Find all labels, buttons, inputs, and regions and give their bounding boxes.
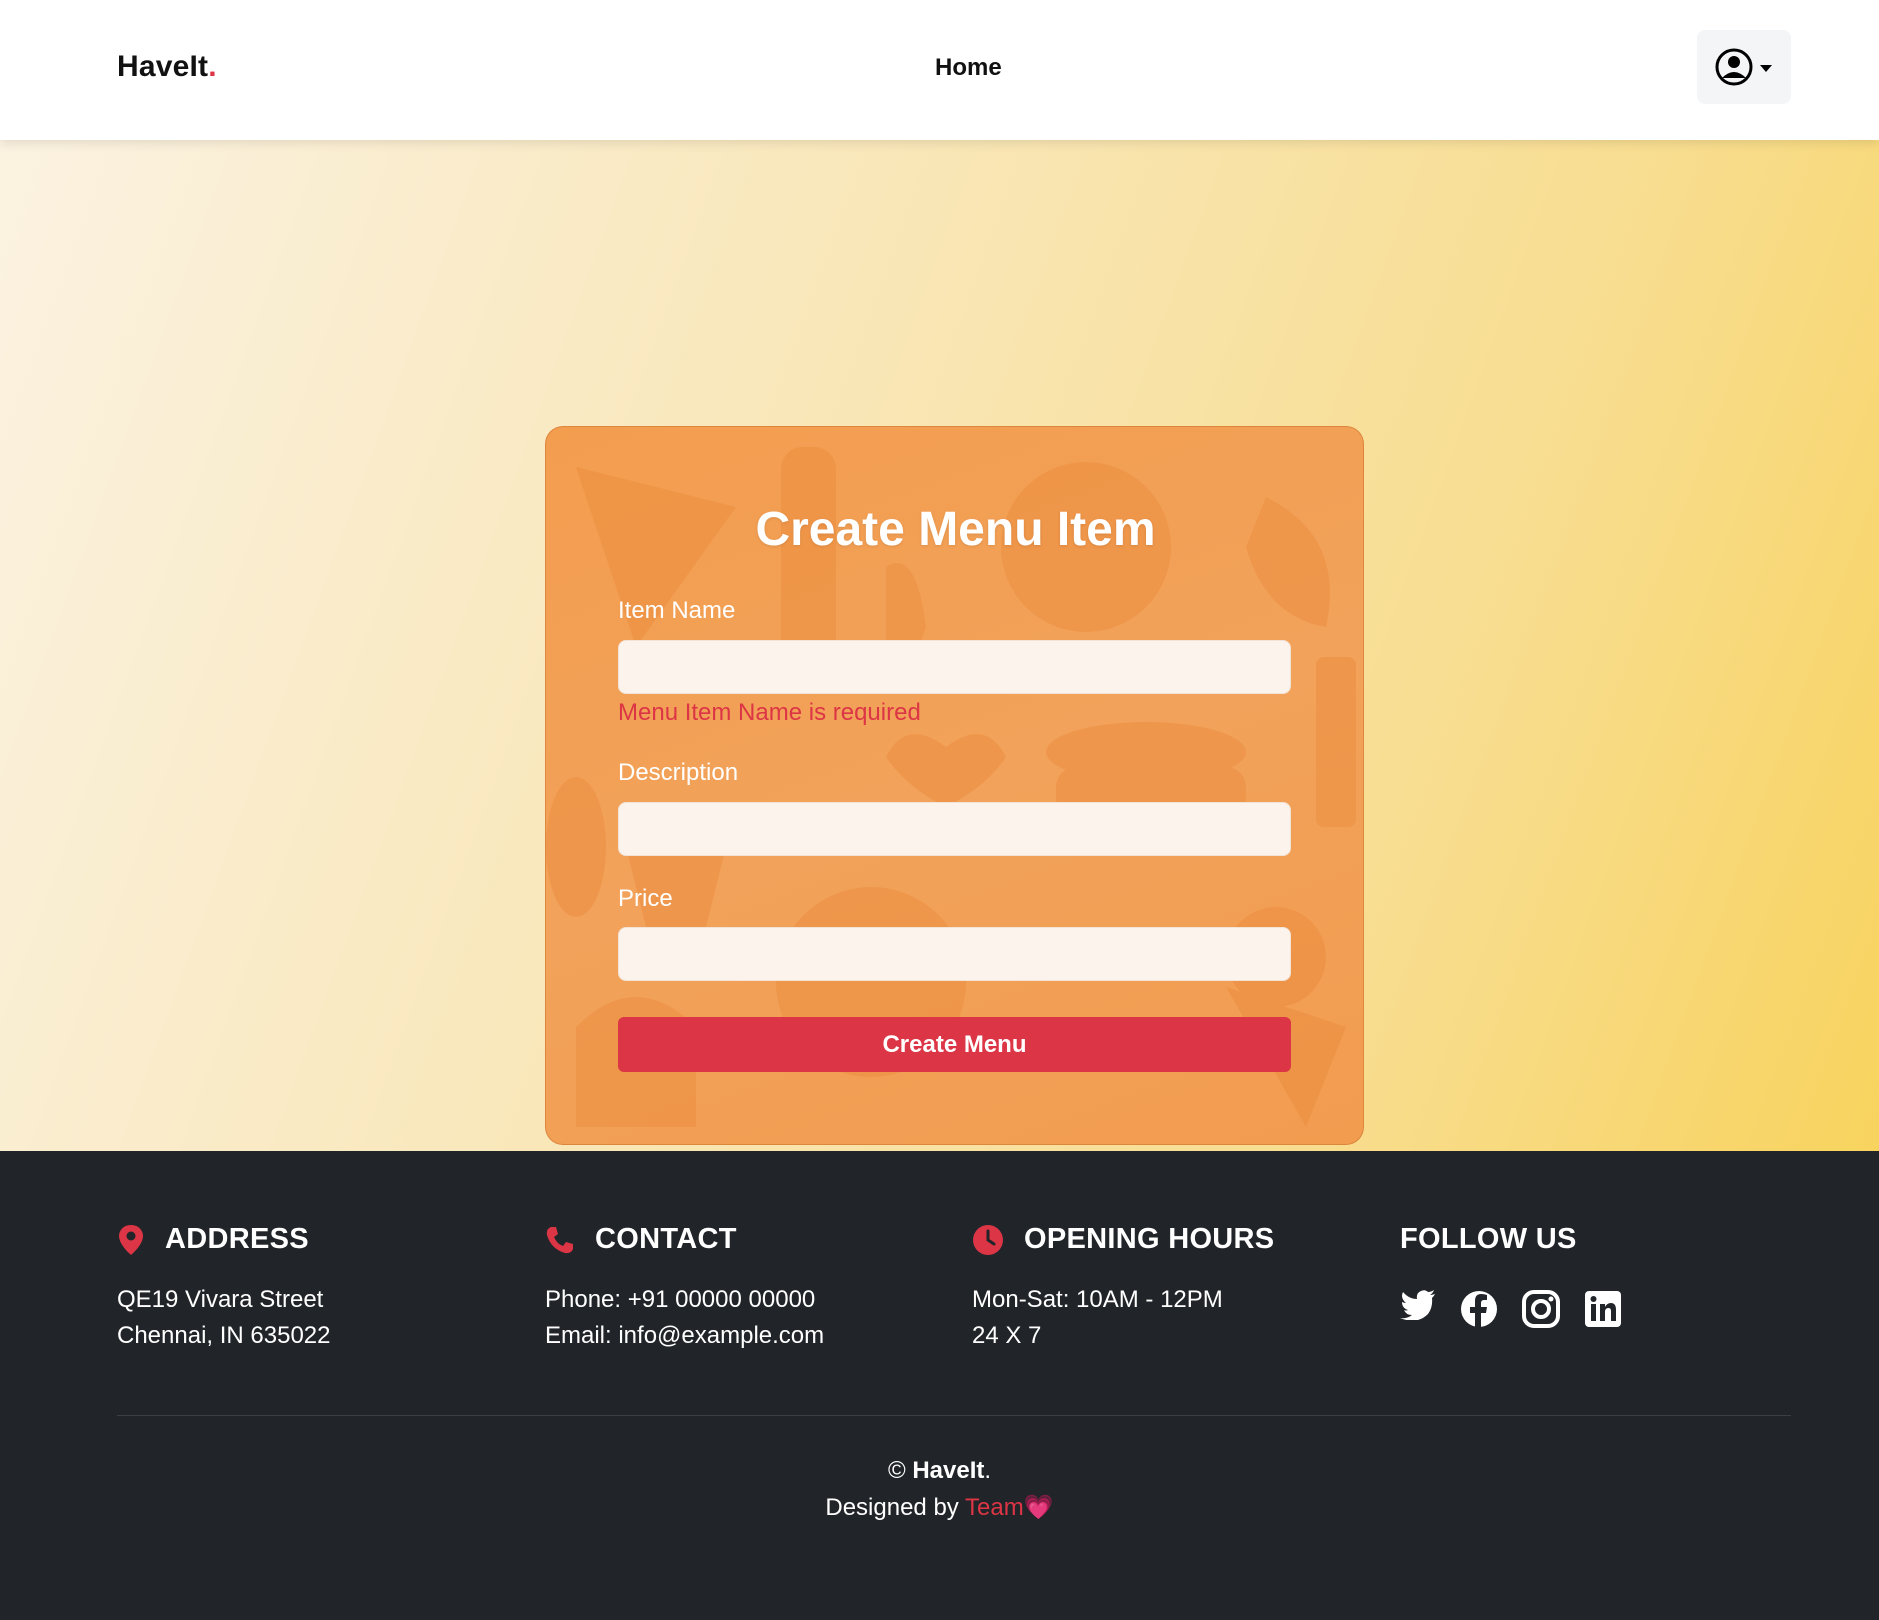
- copyright: © HaveIt.: [0, 1457, 1879, 1485]
- item-name-label: Item Name: [618, 597, 736, 624]
- brand-name: HaveIt: [117, 50, 209, 83]
- description-label: Description: [618, 759, 739, 786]
- brand-logo[interactable]: HaveIt.: [117, 50, 217, 84]
- address-line-1: QE19 Vivara Street: [117, 1286, 324, 1313]
- create-menu-button[interactable]: Create Menu: [618, 1017, 1291, 1072]
- team-link[interactable]: Team: [965, 1494, 1024, 1521]
- phone-icon: [545, 1225, 575, 1255]
- brand-dot: .: [208, 50, 217, 83]
- price-input[interactable]: [618, 927, 1291, 981]
- hours-line-1: Mon-Sat: 10AM - 12PM: [972, 1286, 1223, 1313]
- facebook-icon[interactable]: [1460, 1290, 1498, 1328]
- copyright-symbol: ©: [887, 1457, 906, 1484]
- item-name-input[interactable]: [618, 640, 1291, 694]
- address-title: ADDRESS: [165, 1223, 309, 1255]
- instagram-icon[interactable]: [1522, 1290, 1560, 1328]
- contact-phone: Phone: +91 00000 00000: [545, 1286, 816, 1313]
- linkedin-icon[interactable]: [1584, 1290, 1622, 1328]
- hours-line-2: 24 X 7: [972, 1322, 1042, 1349]
- clock-icon: [972, 1224, 1004, 1256]
- item-name-error: Menu Item Name is required: [618, 699, 921, 726]
- footer-contact: CONTACT Phone: +91 00000 00000 Email: in…: [545, 1223, 824, 1354]
- contact-title: CONTACT: [595, 1223, 737, 1255]
- footer-follow: FOLLOW US: [1400, 1223, 1622, 1328]
- form-title: Create Menu Item: [755, 503, 1156, 556]
- create-menu-card: Create Menu Item Item Name Menu Item Nam…: [545, 426, 1364, 1145]
- main-hero: Create Menu Item Item Name Menu Item Nam…: [0, 140, 1879, 1151]
- copyright-brand: HaveIt: [912, 1457, 985, 1484]
- caret-down-icon: [1760, 65, 1772, 72]
- designed-by-text: Designed by: [825, 1494, 959, 1521]
- hours-title: OPENING HOURS: [1024, 1223, 1275, 1255]
- user-circle-icon: [1715, 48, 1772, 86]
- site-footer: ADDRESS QE19 Vivara Street Chennai, IN 6…: [0, 1151, 1879, 1620]
- contact-email: Email: info@example.com: [545, 1322, 825, 1349]
- follow-title: FOLLOW US: [1400, 1223, 1577, 1255]
- designed-by: Designed by Team💗: [0, 1493, 1879, 1522]
- top-navbar: HaveIt. Home: [0, 0, 1879, 140]
- copyright-dot: .: [984, 1457, 992, 1484]
- address-line-2: Chennai, IN 635022: [117, 1322, 331, 1349]
- footer-address: ADDRESS QE19 Vivara Street Chennai, IN 6…: [117, 1223, 331, 1354]
- footer-divider: [117, 1415, 1791, 1416]
- footer-hours: OPENING HOURS Mon-Sat: 10AM - 12PM 24 X …: [972, 1223, 1274, 1354]
- price-label: Price: [618, 885, 673, 912]
- description-input[interactable]: [618, 802, 1291, 856]
- map-pin-icon: [117, 1224, 145, 1256]
- nav-home-link[interactable]: Home: [935, 54, 1002, 82]
- user-menu-button[interactable]: [1697, 30, 1791, 104]
- heart-icon: 💗: [1023, 1494, 1054, 1521]
- twitter-icon[interactable]: [1400, 1290, 1436, 1328]
